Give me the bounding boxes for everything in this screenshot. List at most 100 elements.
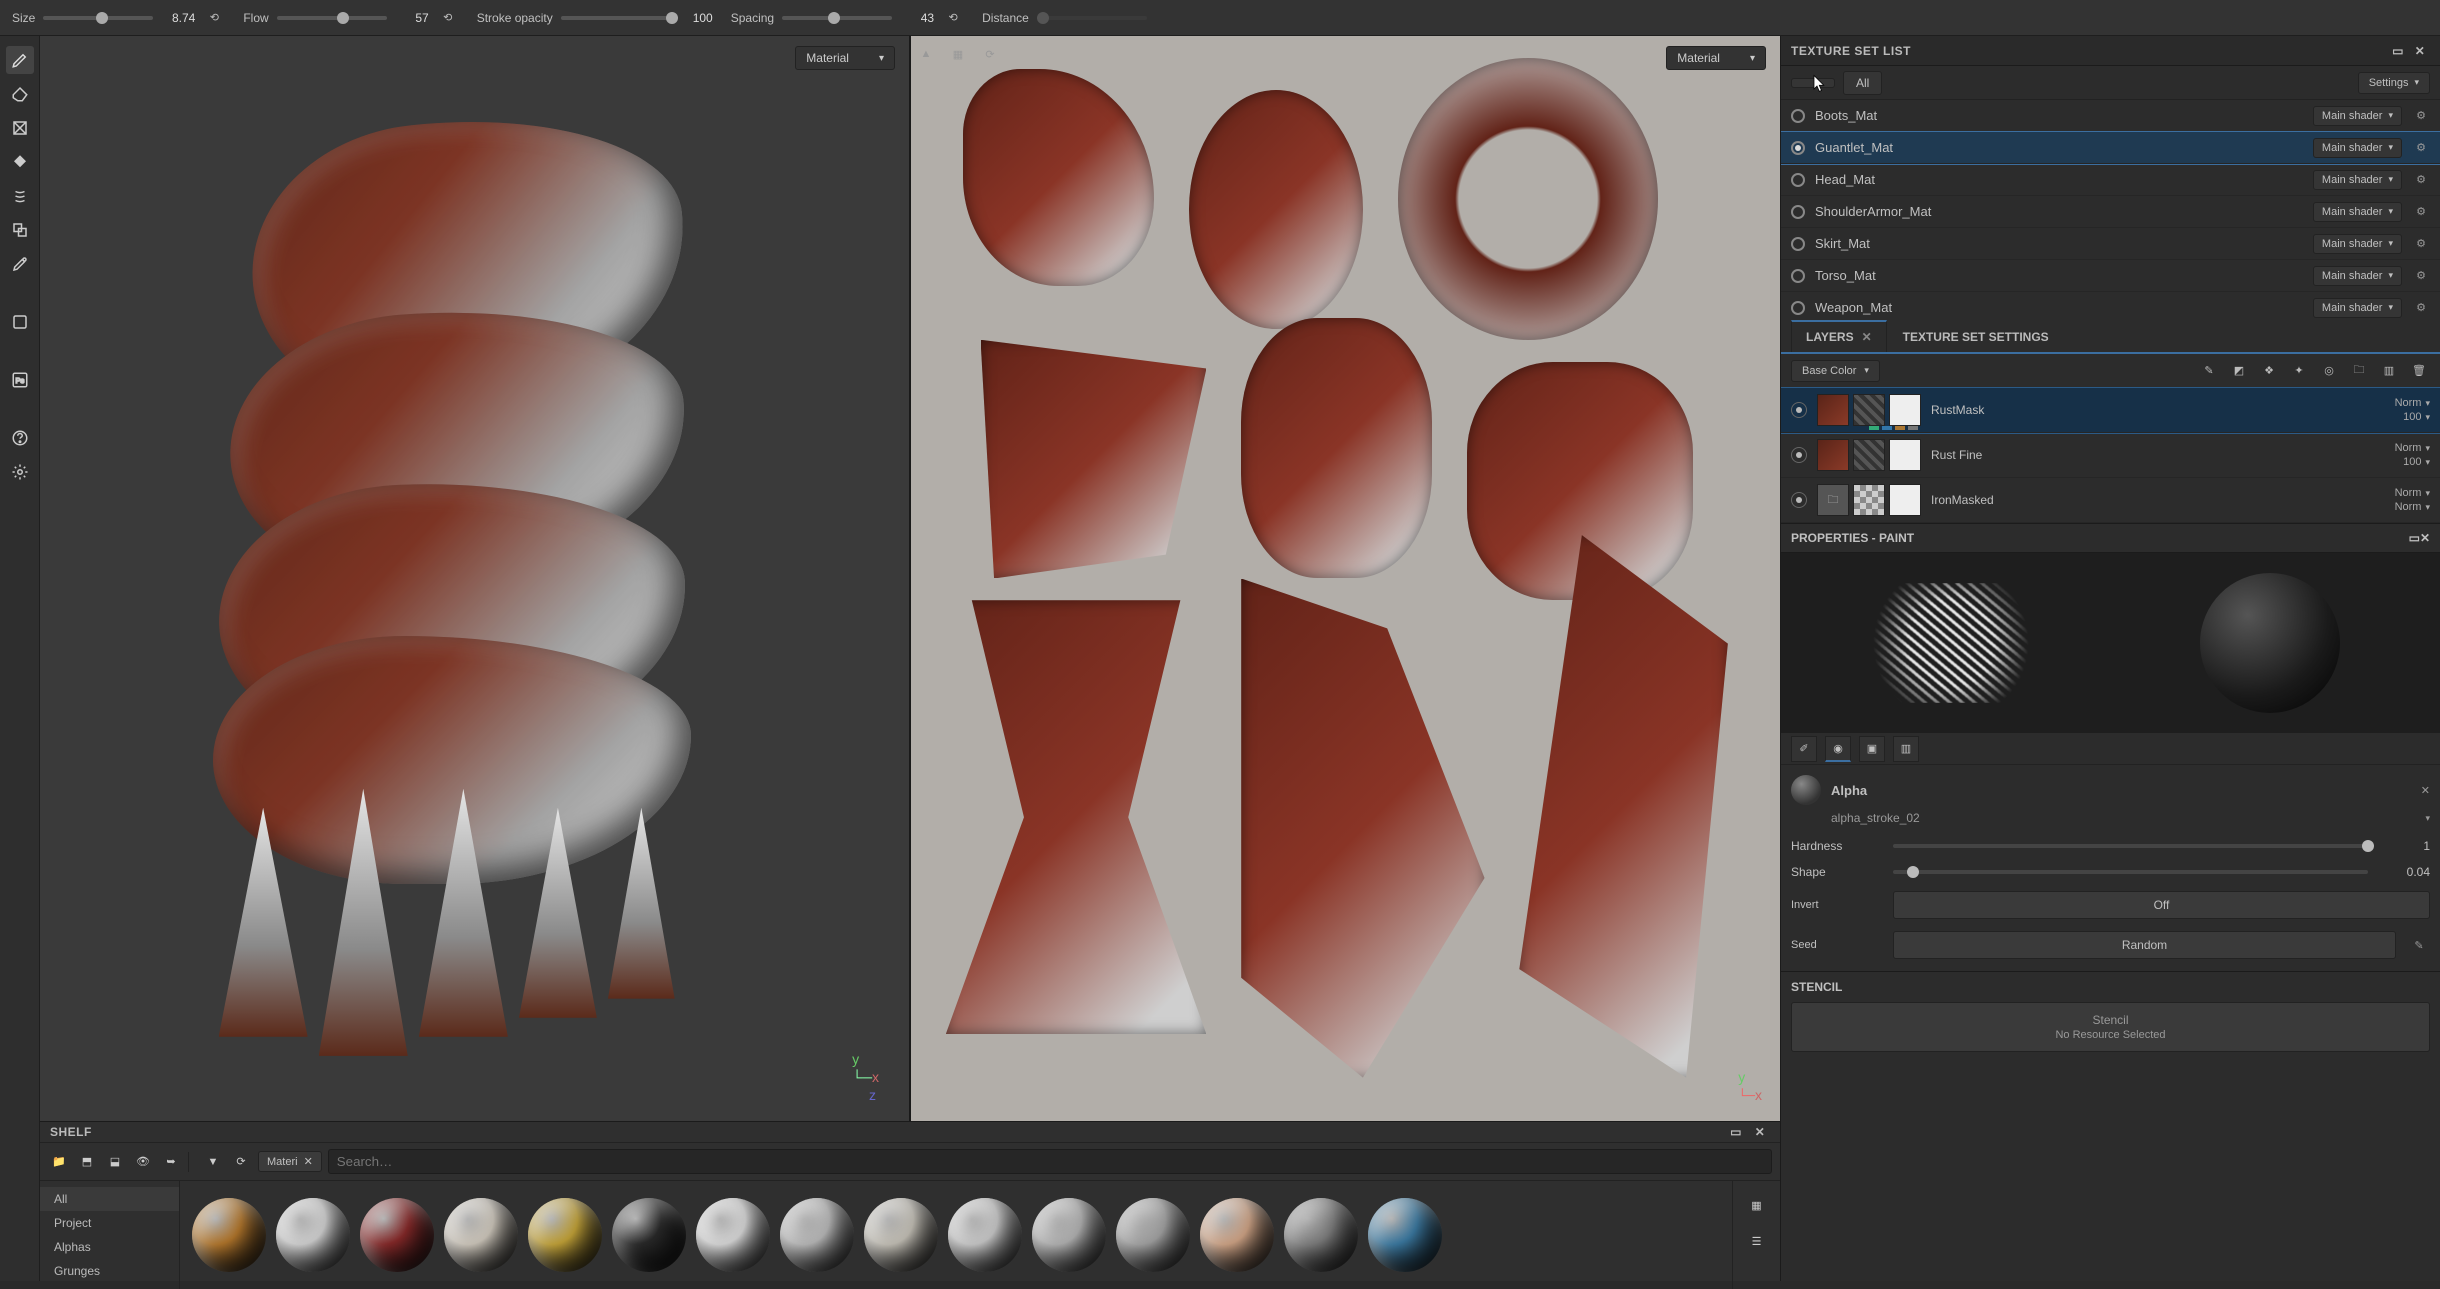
layer-mask-thumb[interactable] (1889, 439, 1921, 471)
flow-link-icon[interactable]: ⟲ (437, 7, 459, 29)
stencil-slot[interactable]: Stencil No Resource Selected (1791, 1002, 2430, 1052)
material-thumbnail[interactable] (360, 1198, 434, 1272)
layer-name[interactable]: IronMasked (1931, 493, 2385, 507)
size-slider[interactable]: Size 8.74 ⟲ (12, 7, 225, 29)
flow-track[interactable] (277, 16, 387, 20)
brush-tab-alpha-icon[interactable]: ◉ (1825, 736, 1851, 762)
blend-mode-dropdown[interactable]: Norm▾ (2395, 442, 2430, 454)
projection-tool-icon[interactable] (6, 114, 34, 142)
texture-set-item[interactable]: ShoulderArmor_Mat Main shader ▾ ⚙ (1781, 196, 2440, 228)
layer-effect-icon[interactable]: ✎ (2198, 360, 2220, 382)
texture-set-settings-icon[interactable]: ⚙ (2412, 171, 2430, 189)
layer-name[interactable]: RustMask (1931, 403, 2385, 417)
shelf-hide-icon[interactable]: 👁 (132, 1151, 154, 1173)
texture-set-item[interactable]: Head_Mat Main shader ▾ ⚙ (1781, 164, 2440, 196)
opacity-track[interactable] (561, 16, 671, 20)
shelf-grid-view-icon[interactable]: ▦ (1743, 1191, 1771, 1219)
shape-slider[interactable]: Shape 0.04 (1791, 859, 2430, 885)
layer-thumb[interactable] (1817, 439, 1849, 471)
layer-row[interactable]: 🗀 IronMasked Norm▾ Norm▾ (1781, 478, 2440, 523)
texture-set-item[interactable]: Boots_Mat Main shader ▾ ⚙ (1781, 100, 2440, 132)
texture-set-item[interactable]: Guantlet_Mat Main shader ▾ ⚙ (1781, 132, 2440, 164)
shader-dropdown[interactable]: Main shader ▾ (2313, 138, 2402, 158)
material-thumbnail[interactable] (948, 1198, 1022, 1272)
shelf-send-icon[interactable]: ➥ (160, 1151, 182, 1173)
material-thumbnail[interactable] (276, 1198, 350, 1272)
shader-dropdown[interactable]: Main shader ▾ (2313, 234, 2402, 254)
layer-mask-thumb[interactable] (1889, 484, 1921, 516)
tab-layers[interactable]: LAYERS ✕ (1791, 320, 1887, 352)
layer-smart-icon[interactable]: ◎ (2318, 360, 2340, 382)
brush-tool-icon[interactable] (6, 46, 34, 74)
shader-dropdown[interactable]: Main shader ▾ (2313, 106, 2402, 126)
texture-set-item[interactable]: Skirt_Mat Main shader ▾ ⚙ (1781, 228, 2440, 260)
tsl-settings-dropdown[interactable]: Settings▾ (2358, 72, 2430, 94)
texture-set-settings-icon[interactable]: ⚙ (2412, 139, 2430, 157)
shader-dropdown[interactable]: Main shader ▾ (2313, 298, 2402, 318)
shelf-tag-close-icon[interactable]: ✕ (304, 1155, 313, 1168)
texture-set-item[interactable]: Torso_Mat Main shader ▾ ⚙ (1781, 260, 2440, 292)
clone-tool-icon[interactable] (6, 216, 34, 244)
shelf-import-icon[interactable]: ⬒ (76, 1151, 98, 1173)
ps-export-icon[interactable]: Ps (6, 366, 34, 394)
shelf-search-input[interactable] (328, 1149, 1772, 1174)
seed-button[interactable]: Random (1893, 931, 2396, 959)
material-thumbnail[interactable] (612, 1198, 686, 1272)
spacing-track[interactable] (782, 16, 892, 20)
channel-dropdown[interactable]: Base Color▾ (1791, 360, 1880, 382)
visibility-toggle-icon[interactable] (1791, 141, 1805, 155)
texture-set-settings-icon[interactable]: ⚙ (2412, 107, 2430, 125)
shelf-folder-icon[interactable]: 📁 (48, 1151, 70, 1173)
shelf-category[interactable]: Alphas (40, 1235, 179, 1259)
tab-close-icon[interactable]: ✕ (1862, 330, 1872, 344)
shelf-filter-icon[interactable]: ▼ (202, 1151, 224, 1173)
layer-add-icon[interactable]: ✦ (2288, 360, 2310, 382)
blend-mode-dropdown[interactable]: Norm▾ (2395, 487, 2430, 499)
shader-dropdown[interactable]: Main shader ▾ (2313, 170, 2402, 190)
visibility-toggle-icon[interactable] (1791, 269, 1805, 283)
tsl-all-tab[interactable]: All (1843, 71, 1882, 95)
layer-visibility-icon[interactable] (1791, 447, 1807, 463)
texture-set-settings-icon[interactable]: ⚙ (2412, 267, 2430, 285)
spacing-link-icon[interactable]: ⟲ (942, 7, 964, 29)
layer-mask-icon[interactable]: ◩ (2228, 360, 2250, 382)
seed-edit-icon[interactable]: ✎ (2408, 939, 2430, 952)
blend-mode-dropdown[interactable]: Norm▾ (2395, 501, 2430, 513)
fill-tool-icon[interactable] (6, 148, 34, 176)
alpha-resource-dropdown[interactable]: alpha_stroke_02 ▾ (1791, 809, 2430, 833)
alpha-clear-icon[interactable]: ✕ (2421, 784, 2430, 797)
shelf-category[interactable]: All (40, 1187, 179, 1211)
layer-group-icon[interactable]: ▥ (2378, 360, 2400, 382)
layer-visibility-icon[interactable] (1791, 402, 1807, 418)
props-close-icon[interactable]: ✕ (2420, 531, 2430, 545)
shelf-favorite-icon[interactable]: ⬓ (104, 1151, 126, 1173)
layer-row[interactable]: RustMask Norm▾ 100▾ (1781, 388, 2440, 433)
opacity-slider[interactable]: Stroke opacity 100 (477, 11, 713, 25)
texture-set-settings-icon[interactable]: ⚙ (2412, 203, 2430, 221)
settings-icon[interactable] (6, 458, 34, 486)
material-thumbnail[interactable] (1284, 1198, 1358, 1272)
layer-opacity[interactable]: 100▾ (2403, 456, 2430, 468)
viewport-material-dropdown-2d[interactable]: Material ▾ (1666, 46, 1766, 70)
props-undock-icon[interactable]: ▭ (2409, 531, 2420, 545)
visibility-toggle-icon[interactable] (1791, 205, 1805, 219)
layer-thumb[interactable] (1817, 394, 1849, 426)
hardness-slider[interactable]: Hardness 1 (1791, 833, 2430, 859)
layer-fill-icon[interactable]: ❖ (2258, 360, 2280, 382)
texture-set-settings-icon[interactable]: ⚙ (2412, 299, 2430, 317)
shelf-active-tag[interactable]: Materi ✕ (258, 1151, 322, 1172)
layer-mask-thumb[interactable] (1853, 484, 1885, 516)
brush-tab-brush-icon[interactable]: ✐ (1791, 736, 1817, 762)
layer-opacity[interactable]: 100▾ (2403, 411, 2430, 423)
material-thumbnail[interactable] (528, 1198, 602, 1272)
invert-toggle[interactable]: Off (1893, 891, 2430, 919)
layer-mask-thumb[interactable] (1853, 439, 1885, 471)
material-thumbnail[interactable] (780, 1198, 854, 1272)
layer-mask-thumb[interactable] (1889, 394, 1921, 426)
viewport-material-dropdown[interactable]: Material ▾ (795, 46, 895, 70)
vp-grid-icon[interactable]: ▦ (947, 43, 969, 65)
material-thumbnail[interactable] (696, 1198, 770, 1272)
vp-sync-icon[interactable]: ⟳ (979, 43, 1001, 65)
visibility-toggle-icon[interactable] (1791, 173, 1805, 187)
blend-mode-dropdown[interactable]: Norm▾ (2395, 397, 2430, 409)
